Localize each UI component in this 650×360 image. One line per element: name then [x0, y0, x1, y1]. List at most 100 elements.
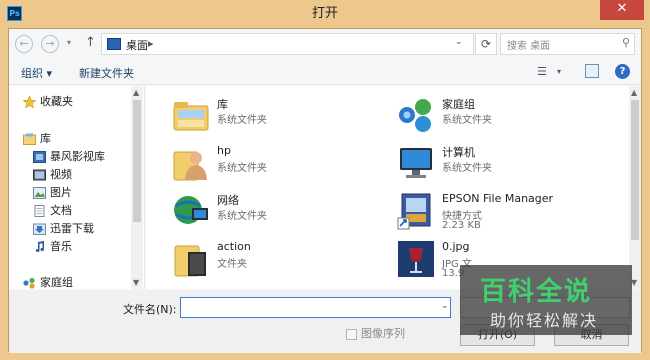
filename-label: 文件名(N):	[123, 303, 177, 316]
library-folder-icon	[172, 96, 210, 134]
star-icon	[22, 95, 37, 109]
file-type: 系统文件夹	[217, 211, 267, 222]
image-file-icon	[397, 240, 435, 278]
file-item[interactable]: hp 系统文件夹	[172, 144, 387, 192]
address-bar[interactable]: 桌面 ▸ ⌄	[101, 33, 474, 55]
file-item[interactable]: 计算机 系统文件夹	[397, 144, 612, 192]
file-item[interactable]: 家庭组 系统文件夹	[397, 96, 612, 144]
up-button[interactable]: ↑	[85, 35, 96, 50]
sidebar-scroll-thumb[interactable]	[133, 100, 141, 222]
checkbox-box[interactable]	[346, 328, 357, 340]
address-chevron-icon[interactable]: ▸	[148, 37, 154, 50]
sidebar-item-favorites[interactable]: 收藏夹	[22, 93, 73, 111]
sidebar-item-homegroup[interactable]: 家庭组	[23, 274, 73, 289]
search-input[interactable]: 搜索 桌面 ⚲	[500, 33, 635, 55]
forward-button[interactable]: →	[41, 35, 59, 53]
title-bar: Ps 打开 ✕	[0, 0, 650, 28]
file-name: hp	[217, 144, 231, 157]
file-name: 0.jpg	[442, 240, 470, 253]
organize-button[interactable]: 组织 ▾	[21, 65, 52, 81]
scroll-up-arrow-icon[interactable]: ▲	[133, 88, 139, 97]
dialog-title: 打开	[311, 6, 338, 21]
network-icon	[172, 192, 210, 230]
preview-pane-icon[interactable]	[585, 64, 599, 78]
shortcut-icon	[397, 192, 435, 230]
library-icon	[23, 133, 36, 145]
file-item[interactable]: EPSON File Manager 快捷方式 2.23 KB	[397, 192, 612, 240]
computer-icon	[397, 144, 435, 182]
sidebar-item-library[interactable]: 库	[23, 130, 51, 148]
address-current[interactable]: 桌面	[126, 37, 148, 53]
navigation-pane: 收藏夹 库 暴风影视库 视频 图片 文档 迅雷下载 音乐 家庭组 ▲ ▼	[9, 86, 145, 289]
filename-input[interactable]	[180, 297, 451, 318]
sidebar-item-label: 收藏夹	[40, 95, 73, 108]
back-button[interactable]: ←	[15, 35, 33, 53]
sidebar-item-label: 图片	[50, 186, 72, 199]
sidebar-item-videos[interactable]: 视频	[33, 166, 72, 184]
sidebar-item-label: 家庭组	[40, 276, 73, 289]
close-button[interactable]: ✕	[600, 0, 644, 20]
file-item[interactable]: 库 系统文件夹	[172, 96, 387, 144]
view-options-dropdown[interactable]: ▾	[557, 67, 561, 76]
file-name: 库	[217, 98, 228, 111]
sidebar-item-label: 暴风影视库	[50, 150, 105, 163]
music-icon	[33, 241, 46, 253]
sidebar-item-music[interactable]: 音乐	[33, 238, 72, 256]
homegroup-icon	[23, 277, 36, 289]
file-item[interactable]: action 文件夹	[172, 240, 387, 288]
file-size: 2.23 KB	[442, 220, 481, 231]
file-type: 系统文件夹	[217, 115, 267, 126]
watermark-logo: 百科全说 助你轻松解决	[460, 265, 632, 335]
recent-locations-dropdown[interactable]: ▾	[67, 38, 71, 47]
video-library-icon	[33, 151, 46, 163]
file-list-scroll-thumb[interactable]	[631, 100, 639, 240]
change-view-icon[interactable]: ☰	[537, 65, 547, 78]
sidebar-item-pictures[interactable]: 图片	[33, 184, 72, 202]
homegroup-icon	[397, 96, 435, 134]
open-dialog: Ps 打开 ✕ ← → ▾ ↑ 桌面 ▸ ⌄ ⟳ 搜索 桌面 ⚲ 组织 ▾ 新建	[0, 0, 650, 360]
file-type: 系统文件夹	[217, 163, 267, 174]
sidebar-item-label: 库	[40, 132, 51, 145]
image-sequence-checkbox[interactable]: 图像序列	[346, 325, 405, 341]
file-type: 系统文件夹	[442, 115, 492, 126]
navigation-bar: ← → ▾ ↑ 桌面 ▸ ⌄ ⟳ 搜索 桌面 ⚲	[9, 29, 641, 59]
sidebar-item-documents[interactable]: 文档	[33, 202, 72, 220]
file-name: 网络	[217, 194, 239, 207]
address-dropdown-icon[interactable]: ⌄	[455, 37, 463, 47]
sidebar-item-thunder-downloads[interactable]: 迅雷下载	[33, 220, 94, 238]
sidebar-item-label: 迅雷下载	[50, 222, 94, 235]
user-folder-icon	[172, 144, 210, 182]
video-icon	[33, 169, 46, 181]
folder-icon	[172, 240, 210, 278]
sidebar-item-label: 文档	[50, 204, 72, 217]
watermark-title: 百科全说	[480, 277, 593, 307]
file-item[interactable]: 网络 系统文件夹	[172, 192, 387, 240]
file-name: action	[217, 240, 251, 253]
help-icon[interactable]: ?	[615, 64, 630, 79]
refresh-button[interactable]: ⟳	[475, 33, 497, 55]
filename-dropdown-icon[interactable]: ⌄	[441, 301, 449, 311]
picture-icon	[33, 187, 46, 199]
search-placeholder: 搜索 桌面	[507, 41, 551, 52]
file-type: 系统文件夹	[442, 163, 492, 174]
sidebar-item-label: 视频	[50, 168, 72, 181]
download-icon	[33, 223, 46, 235]
new-folder-button[interactable]: 新建文件夹	[79, 65, 134, 81]
sidebar-item-storm-video-library[interactable]: 暴风影视库	[33, 148, 105, 166]
sidebar-scrollbar[interactable]: ▲ ▼	[131, 86, 143, 289]
file-list-scrollbar[interactable]: ▲ ▼	[629, 86, 641, 289]
image-sequence-label: 图像序列	[361, 327, 405, 340]
sidebar-item-label: 音乐	[50, 240, 72, 253]
watermark-subtitle: 助你轻松解决	[490, 311, 599, 330]
file-list: 库 系统文件夹 家庭组 系统文件夹 hp 系统文件夹 计算机 系统文件夹 网络	[146, 86, 641, 289]
scroll-up-arrow-icon[interactable]: ▲	[631, 88, 637, 97]
search-icon[interactable]: ⚲	[622, 36, 630, 49]
desktop-icon	[107, 38, 121, 50]
file-name: EPSON File Manager	[442, 192, 554, 205]
file-name: 家庭组	[442, 98, 475, 111]
file-name: 计算机	[442, 146, 475, 159]
document-icon	[33, 205, 46, 217]
file-type: 文件夹	[217, 259, 247, 270]
scroll-down-arrow-icon[interactable]: ▼	[133, 278, 139, 287]
command-toolbar: 组织 ▾ 新建文件夹 ☰ ▾ ?	[9, 59, 641, 85]
